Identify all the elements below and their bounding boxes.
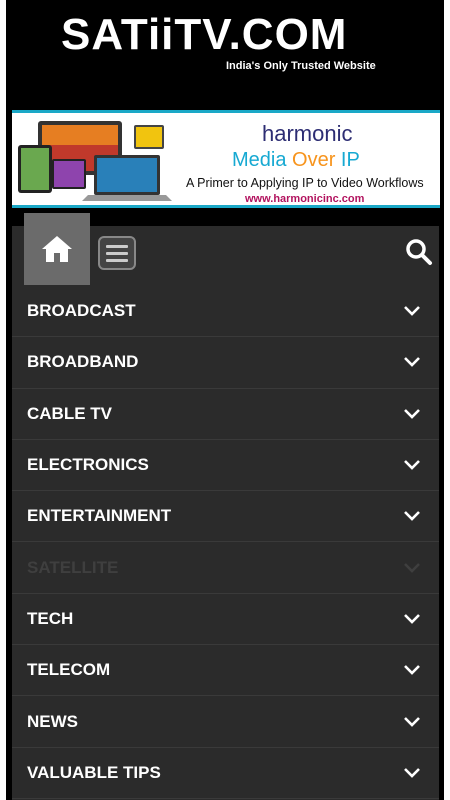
chevron-down-icon[interactable] [403, 305, 421, 317]
menu-item-label: ENTERTAINMENT [27, 506, 172, 526]
chevron-down-icon[interactable] [403, 459, 421, 471]
ad-banner[interactable]: harmonic Media Over IP A Primer to Apply… [12, 110, 440, 208]
menu-item-label: BROADBAND [27, 352, 139, 372]
home-icon [42, 236, 72, 262]
hamburger-icon [106, 244, 128, 248]
main-navigation: BROADCAST BROADBAND CABLE TV ELECTRONICS… [12, 213, 439, 800]
right-edge [444, 0, 450, 800]
headline-media: Media [232, 149, 293, 171]
left-edge [0, 0, 6, 800]
devices-illustration [18, 121, 172, 201]
banner-url[interactable]: www.harmonicinc.com [245, 193, 364, 205]
menu-item-label: TELECOM [27, 660, 111, 680]
menu-item-label: NEWS [27, 711, 78, 731]
headline-over: Over [292, 149, 336, 171]
menu-list: BROADCAST BROADBAND CABLE TV ELECTRONICS… [12, 286, 439, 799]
chevron-down-icon[interactable] [403, 562, 421, 574]
chevron-down-icon[interactable] [403, 767, 421, 779]
chevron-down-icon[interactable] [403, 613, 421, 625]
menu-item-cable-tv[interactable]: CABLE TV [12, 389, 439, 440]
menu-item-label: BROADCAST [27, 301, 136, 321]
menu-item-valuable-tips[interactable]: VALUABLE TIPS [12, 748, 439, 799]
site-header: SATiiTV.COM India's Only Trusted Website [6, 0, 444, 95]
menu-item-news[interactable]: NEWS [12, 696, 439, 748]
chevron-down-icon[interactable] [403, 408, 421, 420]
chevron-down-icon[interactable] [403, 356, 421, 368]
chevron-down-icon[interactable] [403, 664, 421, 676]
menu-item-satellite[interactable]: SATELLITE [12, 542, 439, 594]
menu-item-entertainment[interactable]: ENTERTAINMENT [12, 491, 439, 543]
headline-ip: IP [335, 149, 360, 171]
menu-item-electronics[interactable]: ELECTRONICS [12, 440, 439, 492]
menu-item-label: CABLE TV [27, 403, 112, 423]
menu-item-label: SATELLITE [27, 557, 119, 577]
banner-headline: Media Over IP [232, 149, 360, 172]
menu-item-label: VALUABLE TIPS [27, 762, 161, 782]
chevron-down-icon[interactable] [403, 716, 421, 728]
menu-item-label: TECH [27, 608, 74, 628]
site-tagline: India's Only Trusted Website [226, 60, 376, 72]
home-button[interactable] [24, 213, 90, 285]
site-logo[interactable]: SATiiTV.COM [61, 12, 347, 58]
banner-brand: harmonic [262, 121, 353, 146]
menu-item-broadcast[interactable]: BROADCAST [12, 286, 439, 338]
nav-toolbar [12, 213, 439, 286]
banner-subtitle: A Primer to Applying IP to Video Workflo… [186, 176, 424, 190]
menu-toggle-button[interactable] [98, 236, 136, 270]
search-icon[interactable] [405, 238, 433, 266]
menu-item-broadband[interactable]: BROADBAND [12, 337, 439, 389]
menu-item-label: ELECTRONICS [27, 455, 149, 475]
menu-item-tech[interactable]: TECH [12, 594, 439, 646]
chevron-down-icon[interactable] [403, 510, 421, 522]
menu-item-telecom[interactable]: TELECOM [12, 645, 439, 697]
